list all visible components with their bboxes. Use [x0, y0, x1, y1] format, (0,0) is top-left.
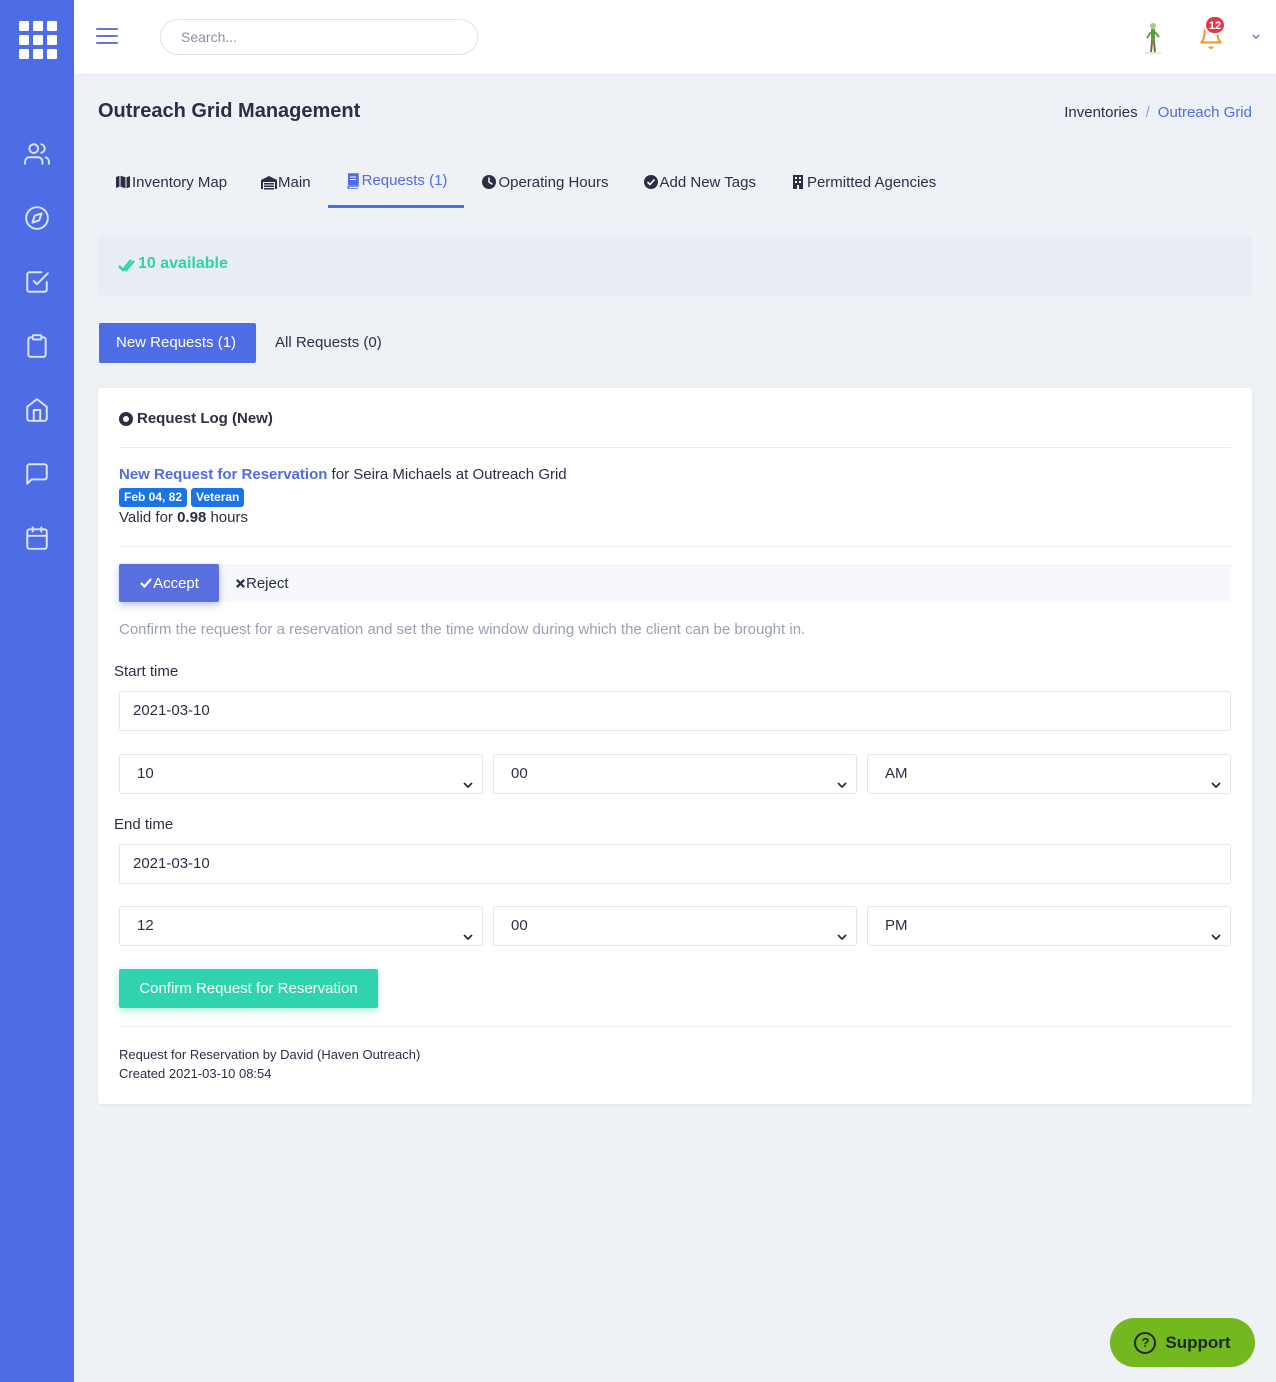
double-check-icon	[118, 257, 136, 275]
divider	[119, 1026, 1231, 1027]
page-title: Outreach Grid Management	[98, 100, 361, 122]
start-minute-select[interactable]: 00	[493, 754, 857, 794]
breadcrumb-separator: /	[1145, 104, 1150, 121]
book-icon	[345, 172, 361, 190]
chevron-down-icon	[462, 920, 474, 941]
map-icon	[115, 174, 131, 190]
helper-text: Confirm the request for a reservation an…	[119, 621, 806, 638]
help-icon: ?	[1134, 1331, 1157, 1354]
apps-grid-icon[interactable]	[19, 21, 57, 59]
veteran-badge: Veteran	[191, 488, 245, 507]
request-card: Request Log (New) New Request for Reserv…	[98, 388, 1252, 1104]
accept-button[interactable]: Accept	[119, 564, 219, 602]
badge-group: Feb 04, 82 Veteran	[119, 488, 248, 507]
tab-add-new-tags[interactable]: Add New Tags	[626, 156, 773, 208]
menu-icon[interactable]	[96, 28, 118, 46]
availability-alert: 10 available	[98, 235, 1252, 296]
divider	[119, 447, 1231, 448]
chevron-down-icon	[1210, 920, 1222, 941]
start-time-label: Start time	[114, 663, 179, 680]
chevron-down-icon	[1210, 768, 1222, 789]
users-icon[interactable]	[24, 141, 50, 167]
calendar-icon[interactable]	[24, 525, 50, 551]
end-ampm-select[interactable]: PM	[867, 906, 1231, 946]
garage-icon	[261, 174, 278, 190]
tab-operating-hours[interactable]: Operating Hours	[464, 156, 625, 208]
tab-main[interactable]: Main	[244, 156, 328, 208]
request-created: Created 2021-03-10 08:54	[119, 1066, 272, 1081]
tab-requests[interactable]: Requests (1)	[327, 156, 465, 208]
sidebar	[0, 0, 74, 1382]
record-icon	[119, 411, 133, 426]
avatar[interactable]	[1140, 20, 1166, 56]
start-hour-select[interactable]: 10	[119, 754, 483, 794]
subtab-new-requests[interactable]: New Requests (1)	[99, 323, 256, 363]
chevron-down-icon[interactable]	[1250, 30, 1262, 42]
end-minute-select[interactable]: 00	[493, 906, 857, 946]
validity-text: Valid for 0.98 hours	[119, 509, 248, 526]
breadcrumb-item-current[interactable]: Outreach Grid	[1158, 104, 1252, 121]
breadcrumb-item-inventories[interactable]: Inventories	[1064, 104, 1137, 121]
search-input[interactable]	[160, 19, 478, 55]
card-title: Request Log (New)	[119, 410, 273, 427]
close-icon	[236, 578, 245, 588]
end-date-input[interactable]: 2021-03-10	[119, 844, 1231, 884]
support-button[interactable]: ? Support	[1110, 1318, 1255, 1367]
check-circle-icon	[643, 174, 659, 190]
start-ampm-select[interactable]: AM	[867, 754, 1231, 794]
tab-inventory-map[interactable]: Inventory Map	[98, 156, 244, 208]
confirm-reservation-button[interactable]: Confirm Request for Reservation	[119, 969, 378, 1008]
clock-icon	[481, 174, 497, 190]
dob-badge: Feb 04, 82	[119, 488, 188, 507]
notification-badge: 12	[1204, 15, 1226, 35]
tab-permitted-agencies[interactable]: Permitted Agencies	[773, 156, 953, 208]
chevron-down-icon	[462, 768, 474, 789]
compass-icon[interactable]	[24, 205, 50, 231]
topbar: 12	[74, 0, 1276, 74]
chevron-down-icon	[836, 920, 848, 941]
chat-icon[interactable]	[24, 461, 50, 487]
divider	[119, 546, 1231, 547]
request-link[interactable]: New Request for Reservation	[119, 466, 327, 483]
action-strip: Accept Reject	[119, 564, 1231, 602]
home-icon[interactable]	[24, 397, 50, 423]
checkbox-edit-icon[interactable]	[24, 269, 50, 295]
availability-text: 10 available	[138, 255, 228, 272]
check-icon	[140, 578, 152, 589]
tab-bar: Inventory Map Main Requests (1) Operatin…	[98, 156, 953, 210]
chevron-down-icon	[836, 768, 848, 789]
request-author: Request for Reservation by David (Haven …	[119, 1047, 421, 1062]
start-date-input[interactable]: 2021-03-10	[119, 691, 1231, 731]
breadcrumb: Inventories / Outreach Grid	[1064, 104, 1252, 121]
reject-button[interactable]: Reject	[235, 564, 289, 602]
building-icon	[790, 174, 806, 190]
subtab-all-requests[interactable]: All Requests (0)	[258, 323, 399, 363]
end-hour-select[interactable]: 12	[119, 906, 483, 946]
clipboard-icon[interactable]	[24, 333, 50, 359]
request-summary: New Request for Reservation for Seira Mi…	[119, 466, 567, 483]
end-time-label: End time	[114, 816, 174, 833]
